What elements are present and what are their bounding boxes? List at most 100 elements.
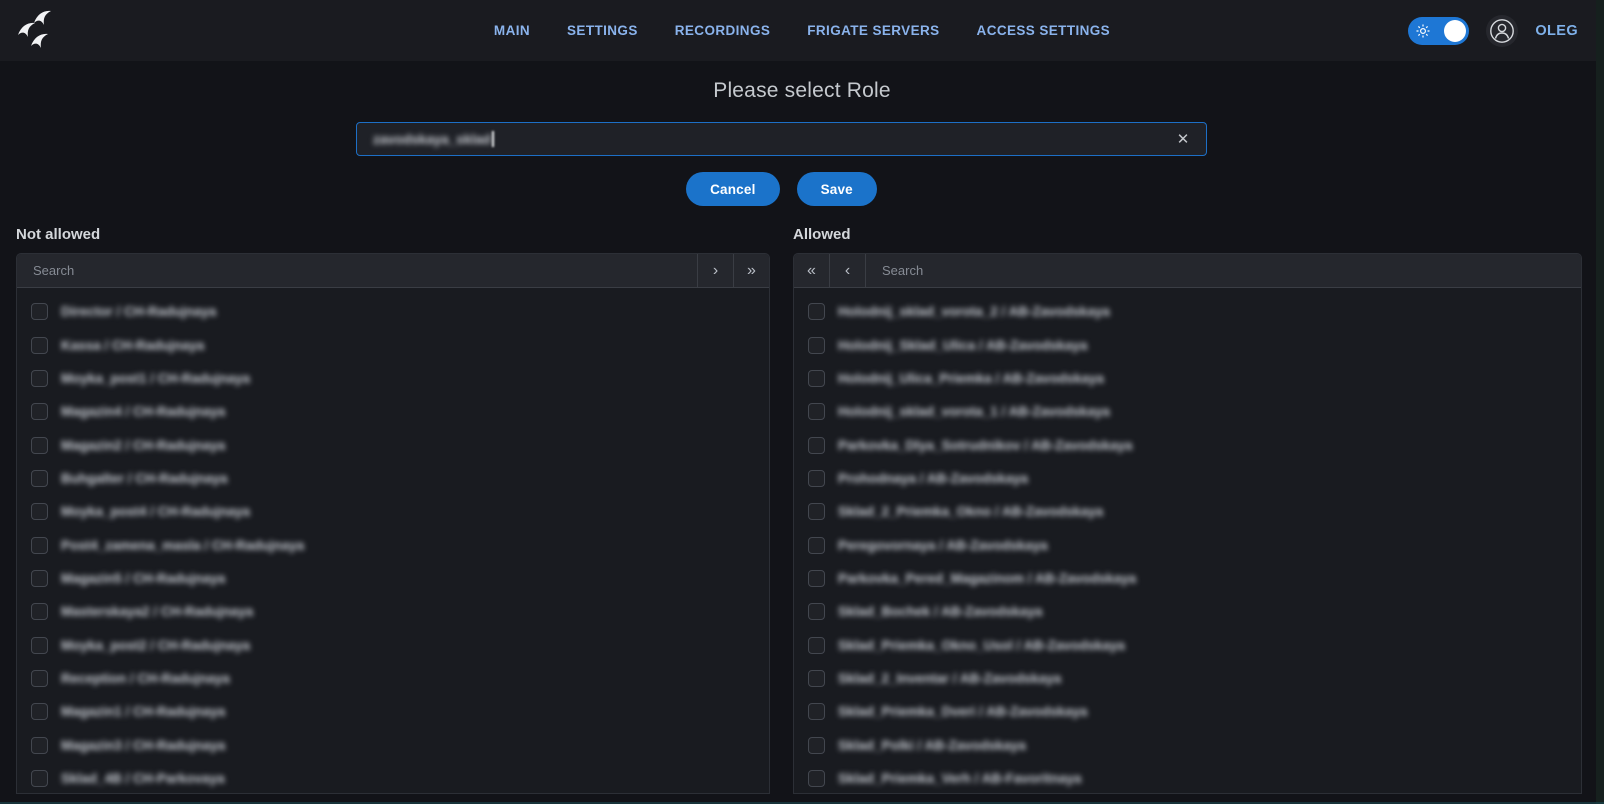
frigate-birds-logo-svg	[14, 8, 60, 52]
camera-list-item[interactable]: Parkovka_Pered_Magazinom / AB-Zavodskaya	[794, 562, 1581, 595]
camera-list-item[interactable]: Magazin1 / CH-Radujnaya	[17, 695, 769, 728]
checkbox[interactable]	[808, 403, 825, 420]
camera-list-item[interactable]: Magazin5 / CH-Radujnaya	[17, 562, 769, 595]
checkbox[interactable]	[31, 603, 48, 620]
camera-list-item[interactable]: Director / CH-Radujnaya	[17, 295, 769, 328]
camera-list-item[interactable]: Holodnij_sklad_vorota_2 / AB-Zavodskaya	[794, 295, 1581, 328]
camera-list-item[interactable]: Holodnij_Sklad_Ulica / AB-Zavodskaya	[794, 328, 1581, 361]
not-allowed-search-input[interactable]	[17, 254, 697, 287]
camera-list-item[interactable]: Masterskaya2 / CH-Radujnaya	[17, 595, 769, 628]
camera-label: Sklad_2_Inventar / AB-Zavodskaya	[838, 671, 1061, 686]
checkbox[interactable]	[808, 470, 825, 487]
checkbox[interactable]	[31, 737, 48, 754]
checkbox[interactable]	[31, 703, 48, 720]
checkbox[interactable]	[31, 570, 48, 587]
camera-list-item[interactable]: Sklad_2_Inventar / AB-Zavodskaya	[794, 662, 1581, 695]
not-allowed-list: Director / CH-Radujnaya Kassa / CH-Raduj…	[17, 288, 769, 794]
toggle-knob[interactable]	[1444, 20, 1466, 42]
clear-input-icon[interactable]: ✕	[1170, 123, 1196, 155]
camera-label: Magazin2 / CH-Radujnaya	[61, 438, 225, 453]
camera-list-item[interactable]: Parkovka_Dlya_Sotrudnikov / AB-Zavodskay…	[794, 428, 1581, 461]
nav-link[interactable]: RECORDINGS	[675, 23, 771, 38]
camera-label: Sklad_Priemka_Verh / AB-Favoritnaya	[838, 771, 1081, 786]
checkbox[interactable]	[808, 337, 825, 354]
camera-label: Post4_zamena_masla / CH-Radujnaya	[61, 538, 304, 553]
nav-link[interactable]: MAIN	[494, 23, 530, 38]
checkbox[interactable]	[31, 470, 48, 487]
checkbox[interactable]	[808, 637, 825, 654]
checkbox[interactable]	[808, 303, 825, 320]
camera-list-item[interactable]: Moyka_post1 / CH-Radujnaya	[17, 362, 769, 395]
camera-list-item[interactable]: Prohodnaya / AB-Zavodskaya	[794, 462, 1581, 495]
role-input[interactable]: zavodskaya_sklad ✕	[356, 122, 1207, 156]
camera-label: Kassa / CH-Radujnaya	[61, 338, 204, 353]
double-chevron-left-icon: «	[807, 263, 816, 279]
checkbox[interactable]	[808, 370, 825, 387]
user-avatar-icon[interactable]	[1486, 15, 1518, 47]
camera-list-item[interactable]: Kassa / CH-Radujnaya	[17, 328, 769, 361]
move-left-button[interactable]: ‹	[830, 254, 866, 287]
checkbox[interactable]	[808, 570, 825, 587]
checkbox[interactable]	[808, 737, 825, 754]
checkbox[interactable]	[808, 670, 825, 687]
not-allowed-panel-header: › »	[17, 254, 769, 288]
camera-label: Reception / CH-Radujnaya	[61, 671, 230, 686]
move-all-right-button[interactable]: »	[733, 254, 769, 287]
camera-list-item[interactable]: Magazin2 / CH-Radujnaya	[17, 428, 769, 461]
checkbox[interactable]	[808, 537, 825, 554]
camera-list-item[interactable]: Sklad_2_Priemka_Okno / AB-Zavodskaya	[794, 495, 1581, 528]
camera-list-item[interactable]: Sklad_Bochek / AB-Zavodskaya	[794, 595, 1581, 628]
camera-list-item[interactable]: Sklad_Priemka_Okno_Usol / AB-Zavodskaya	[794, 628, 1581, 661]
camera-list-item[interactable]: Buhgalter / CH-Radujnaya	[17, 462, 769, 495]
camera-list-item[interactable]: Holodnij_Ulica_Priemka / AB-Zavodskaya	[794, 362, 1581, 395]
checkbox[interactable]	[31, 437, 48, 454]
checkbox[interactable]	[808, 703, 825, 720]
camera-list-item[interactable]: Sklad_Priemka_Verh / AB-Favoritnaya	[794, 762, 1581, 794]
camera-label: Magazin3 / CH-Radujnaya	[61, 738, 225, 753]
camera-label: Prohodnaya / AB-Zavodskaya	[838, 471, 1028, 486]
checkbox[interactable]	[808, 603, 825, 620]
checkbox[interactable]	[808, 437, 825, 454]
nav-link[interactable]: SETTINGS	[567, 23, 638, 38]
checkbox[interactable]	[808, 770, 825, 787]
camera-list-item[interactable]: Moyka_post2 / CH-Radujnaya	[17, 628, 769, 661]
checkbox[interactable]	[31, 770, 48, 787]
nav-link[interactable]: ACCESS SETTINGS	[977, 23, 1111, 38]
main-nav: MAIN SETTINGS RECORDINGS FRIGATE SERVERS…	[0, 0, 1604, 61]
camera-list-item[interactable]: Sklad_4B / CH-Parkovaya	[17, 762, 769, 794]
checkbox[interactable]	[31, 370, 48, 387]
camera-list-item[interactable]: Moyka_post4 / CH-Radujnaya	[17, 495, 769, 528]
camera-label: Sklad_Priemka_Okno_Usol / AB-Zavodskaya	[838, 638, 1125, 653]
save-button[interactable]: Save	[797, 172, 877, 206]
checkbox[interactable]	[31, 670, 48, 687]
checkbox[interactable]	[31, 503, 48, 520]
checkbox[interactable]	[31, 403, 48, 420]
cancel-button[interactable]: Cancel	[686, 172, 779, 206]
theme-toggle[interactable]	[1408, 17, 1469, 45]
move-all-left-button[interactable]: «	[794, 254, 830, 287]
double-chevron-right-icon: »	[747, 263, 756, 279]
checkbox[interactable]	[31, 637, 48, 654]
move-right-button[interactable]: ›	[697, 254, 733, 287]
username[interactable]: OLEG	[1535, 23, 1578, 39]
camera-label: Moyka_post2 / CH-Radujnaya	[61, 638, 250, 653]
camera-list-item[interactable]: Magazin4 / CH-Radujnaya	[17, 395, 769, 428]
camera-list-item[interactable]: Sklad_Priemka_Dveri / AB-Zavodskaya	[794, 695, 1581, 728]
allowed-search-input[interactable]	[866, 254, 1581, 287]
camera-label: Parkovka_Pered_Magazinom / AB-Zavodskaya	[838, 571, 1136, 586]
checkbox[interactable]	[31, 303, 48, 320]
nav-link[interactable]: FRIGATE SERVERS	[807, 23, 939, 38]
camera-list-item[interactable]: Peregovornaya / AB-Zavodskaya	[794, 528, 1581, 561]
page-scrollbar[interactable]	[1596, 0, 1604, 804]
camera-list-item[interactable]: Sklad_Polki / AB-Zavodskaya	[794, 728, 1581, 761]
checkbox[interactable]	[808, 503, 825, 520]
camera-label: Holodnij_sklad_vorota_2 / AB-Zavodskaya	[838, 304, 1110, 319]
camera-label: Sklad_Polki / AB-Zavodskaya	[838, 738, 1026, 753]
camera-list-item[interactable]: Holodnij_sklad_vorota_1 / AB-Zavodskaya	[794, 395, 1581, 428]
camera-list-item[interactable]: Post4_zamena_masla / CH-Radujnaya	[17, 528, 769, 561]
camera-list-item[interactable]: Magazin3 / CH-Radujnaya	[17, 728, 769, 761]
camera-list-item[interactable]: Reception / CH-Radujnaya	[17, 662, 769, 695]
frigate-birds-logo-icon[interactable]	[14, 8, 60, 52]
checkbox[interactable]	[31, 537, 48, 554]
checkbox[interactable]	[31, 337, 48, 354]
